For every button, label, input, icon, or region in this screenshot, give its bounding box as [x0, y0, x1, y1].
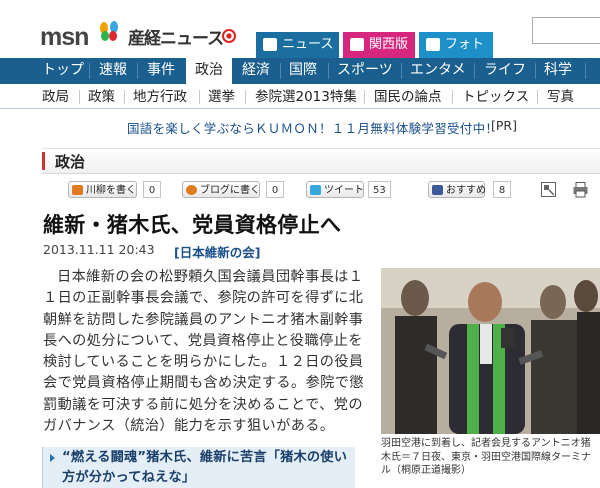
nav-top[interactable]: トップ [42, 58, 84, 84]
subnav-upper-house-2013[interactable]: 参院選2013特集 [255, 87, 357, 107]
secondary-nav: 政局 政策 地方行政 選挙 参院選2013特集 国民の論点 トピックス 写真 [0, 84, 600, 109]
facebook-icon [432, 185, 443, 195]
site-header: msn 産経ニュース ニュース 関西版 フォト [0, 0, 600, 58]
tweet-count: 53 [368, 181, 391, 198]
section-accent-bar [42, 152, 45, 170]
pencil-icon [72, 185, 83, 195]
nav-separator [401, 63, 402, 79]
nav-economy[interactable]: 経済 [242, 58, 270, 84]
subnav-separator [537, 90, 538, 104]
press-conference-image [381, 268, 600, 434]
tab-news-label: ニュース [282, 37, 334, 52]
subnav-separator [364, 90, 365, 104]
search-input[interactable] [532, 17, 600, 44]
tweet-label: ツイート [324, 185, 364, 196]
blog-icon [186, 185, 197, 195]
nav-separator [137, 63, 138, 79]
article-photo[interactable] [381, 268, 600, 434]
blog-label: ブログに書く [200, 185, 260, 196]
nav-separator [585, 63, 586, 79]
article-title: 維新・猪木氏、党員資格停止へ [43, 213, 342, 237]
subnav-separator [199, 90, 200, 104]
tab-kansai[interactable]: 関西版 [343, 32, 415, 58]
kansai-icon [350, 38, 364, 51]
nav-incidents[interactable]: 事件 [147, 58, 175, 84]
twitter-bird-icon [310, 185, 321, 195]
primary-nav: トップ 速報 事件 政治 経済 国際 スポーツ エンタメ ライフ 科学 [0, 58, 600, 84]
nav-entertainment[interactable]: エンタメ [410, 58, 466, 84]
section-header: 政治 [42, 148, 600, 174]
camera-icon [426, 38, 440, 51]
senryu-label: 川柳を書く [86, 185, 136, 196]
subnav-policy[interactable]: 政策 [88, 87, 115, 107]
senryu-button[interactable]: 川柳を書く [68, 181, 137, 198]
caption-text: 羽田空港に到着し、記者会見するアントニオ猪木氏＝７日夜、東京・羽田空港国際線ター… [381, 438, 591, 476]
subnav-topics[interactable]: トピックス [462, 87, 529, 107]
photo-caption: 羽田空港に到着し、記者会見するアントニオ猪木氏＝７日夜、東京・羽田空港国際線ター… [381, 437, 600, 478]
blog-count: 0 [266, 181, 284, 198]
nav-science[interactable]: 科学 [544, 58, 572, 84]
nav-politics[interactable]: 政治 [186, 58, 232, 84]
nav-separator [89, 63, 90, 79]
related-article-title[interactable]: “燃える闘魂”猪木氏、維新に苦言「猪木の使い方が分かってねえな」 [62, 448, 354, 488]
article-body: 日本維新の会の松野頼久国会議員団幹事長は１１日の正副幹事長会議で、参院の許可を得… [43, 269, 364, 435]
subnav-elections[interactable]: 選挙 [208, 87, 235, 107]
print-icon[interactable] [572, 181, 589, 198]
subnav-separator [452, 90, 453, 104]
subnav-photos[interactable]: 写真 [547, 87, 574, 107]
nav-breaking[interactable]: 速報 [99, 58, 127, 84]
nav-separator [280, 63, 281, 79]
msn-butterfly-icon [100, 21, 118, 41]
promo-link[interactable]: 国語を楽しく学ぶならＫＵＭＯＮ！１１月無料体験学習受付中！ [127, 118, 498, 137]
nav-separator [535, 63, 536, 79]
article-tag[interactable]: [日本維新の会] [174, 242, 260, 261]
sankei-news-logo[interactable]: 産経ニュース [128, 29, 224, 49]
nav-sports[interactable]: スポーツ [337, 58, 393, 84]
nav-separator [328, 63, 329, 79]
arrow-right-icon [50, 454, 55, 462]
blog-button[interactable]: ブログに書く [182, 181, 260, 198]
tab-kansai-label: 関西版 [369, 37, 409, 52]
subnav-separator [245, 90, 246, 104]
subnav-public-issues[interactable]: 国民の論点 [374, 87, 442, 107]
subnav-political-situation[interactable]: 政局 [42, 87, 69, 107]
senryu-count: 0 [143, 181, 161, 198]
msn-logo[interactable]: msn [40, 25, 89, 50]
like-button[interactable]: おすすめ [428, 181, 486, 198]
tweet-button[interactable]: ツイート [306, 181, 364, 198]
subnav-separator [79, 90, 80, 104]
article-datetime: 2013.11.11 20:43 [43, 242, 155, 257]
section-title: 政治 [55, 153, 86, 171]
pr-label: [PR] [491, 118, 517, 133]
tab-news[interactable]: ニュース [256, 32, 339, 58]
expand-icon[interactable] [540, 181, 557, 198]
like-count: 8 [493, 181, 511, 198]
news-icon [263, 38, 277, 51]
like-label: おすすめ [446, 185, 486, 196]
related-article[interactable]: “燃える闘魂”猪木氏、維新に苦言「猪木の使い方が分かってねえな」 [42, 447, 355, 488]
subnav-separator [124, 90, 125, 104]
nav-international[interactable]: 国際 [289, 58, 317, 84]
sankei-mark-icon [222, 29, 236, 43]
nav-separator [474, 63, 475, 79]
nav-life[interactable]: ライフ [484, 58, 526, 84]
tab-photo[interactable]: フォト [419, 32, 493, 58]
subnav-local-government[interactable]: 地方行政 [133, 87, 187, 107]
tab-photo-label: フォト [445, 37, 485, 52]
